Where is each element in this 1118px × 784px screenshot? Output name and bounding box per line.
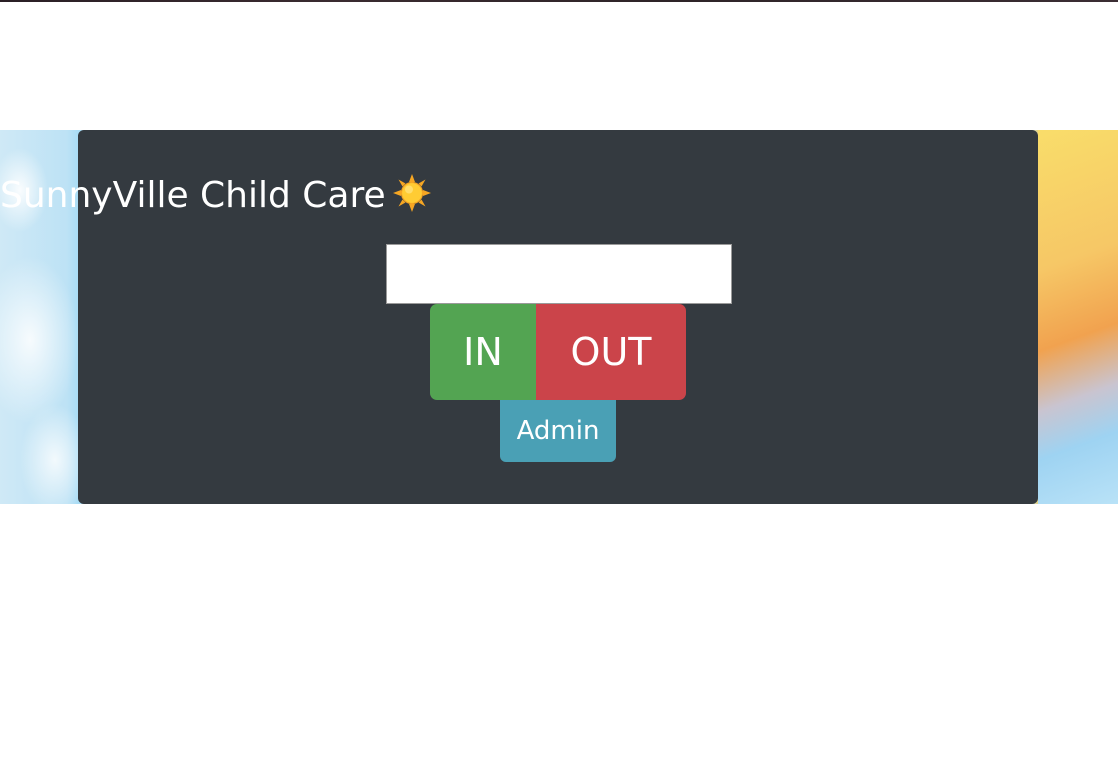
check-out-button[interactable]: OUT <box>536 304 686 400</box>
admin-button[interactable]: Admin <box>500 400 616 462</box>
sun-icon <box>392 174 431 212</box>
check-in-label: IN <box>463 330 503 374</box>
admin-label: Admin <box>516 416 600 446</box>
top-edge-strip <box>0 0 1118 2</box>
page-title-text: SunnyVille Child Care <box>0 175 386 216</box>
check-in-button[interactable]: IN <box>430 304 536 400</box>
child-code-input[interactable] <box>386 244 732 304</box>
check-out-label: OUT <box>570 330 652 374</box>
page-title: SunnyVille Child Care <box>0 172 1118 220</box>
